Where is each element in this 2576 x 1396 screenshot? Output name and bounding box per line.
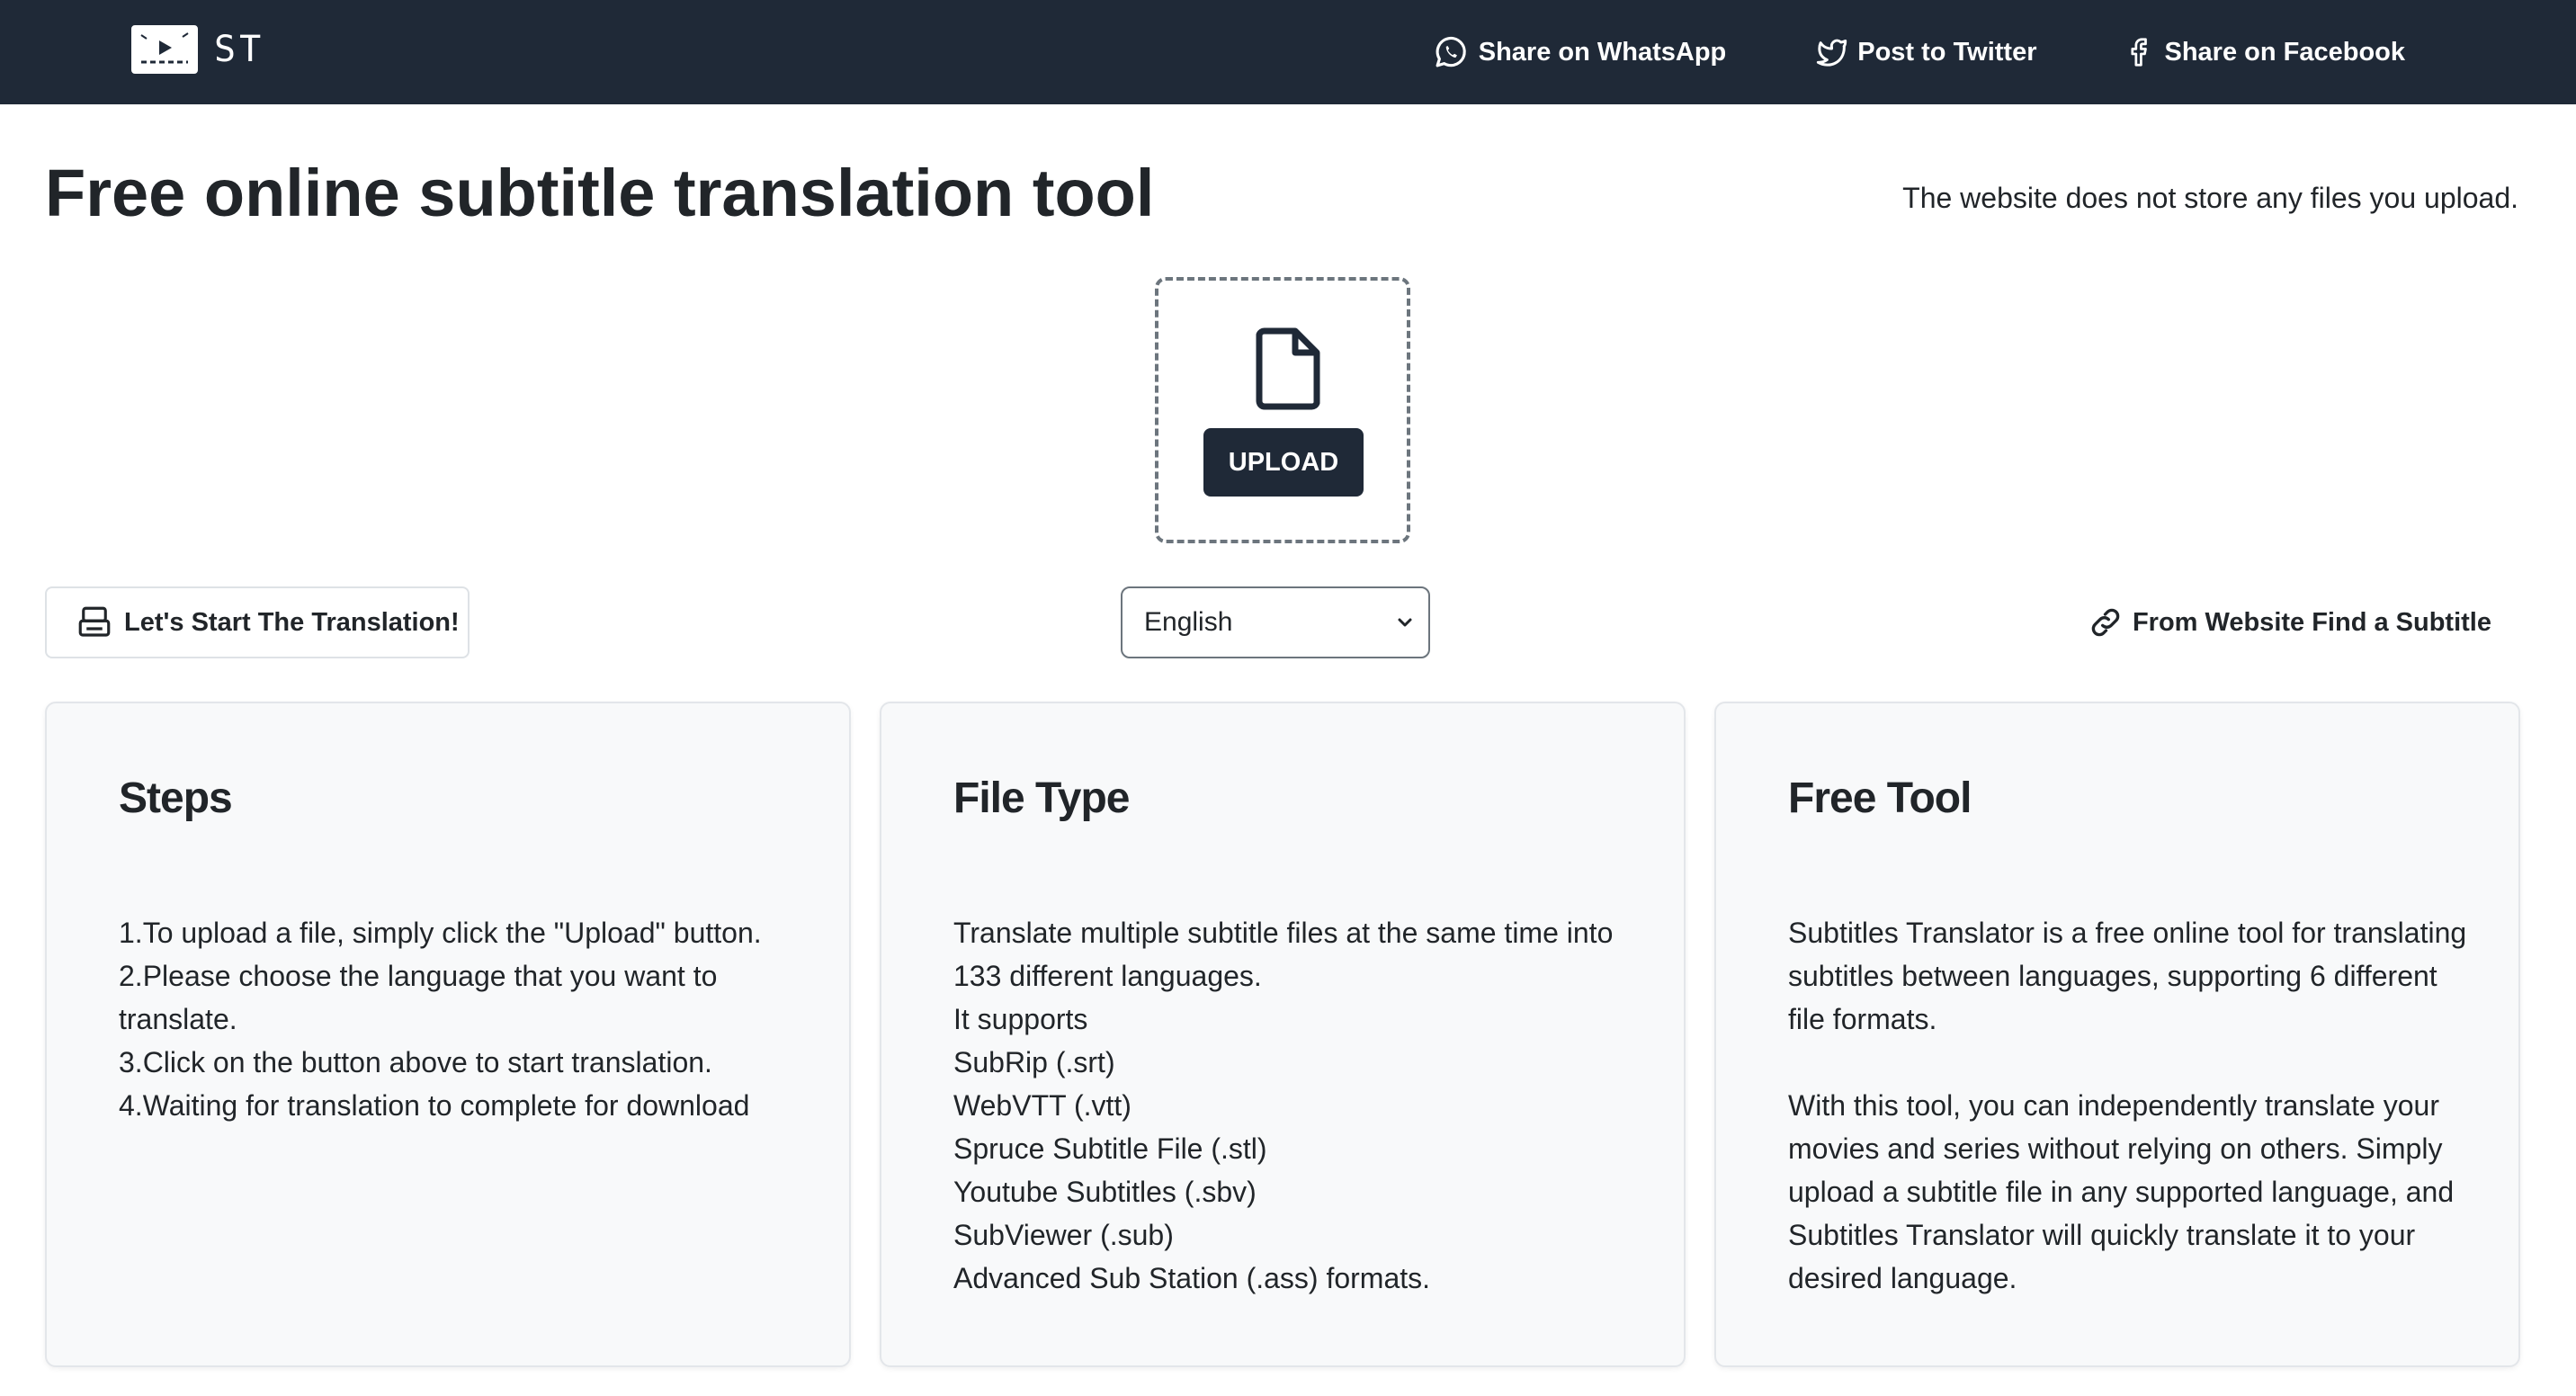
start-translation-button[interactable]: Let's Start The Translation! [45, 586, 470, 658]
site-logo[interactable]: ST [131, 25, 264, 74]
twitter-icon [1817, 39, 1847, 67]
whatsapp-icon [1436, 36, 1466, 67]
share-links: Share on WhatsApp Post to Twitter Share … [1432, 0, 2405, 104]
translate-machine-icon [78, 606, 111, 637]
find-subtitle-link[interactable]: From Website Find a Subtitle [2088, 586, 2491, 658]
file-type-card: File Type Translate multiple subtitle fi… [880, 702, 1686, 1367]
upload-button[interactable]: UPLOAD [1203, 428, 1364, 497]
post-twitter-label: Post to Twitter [1857, 37, 2037, 67]
share-facebook-link[interactable]: Share on Facebook [2123, 34, 2405, 70]
steps-card: Steps 1.To upload a file, simply click t… [45, 702, 851, 1367]
link-icon [2091, 608, 2120, 637]
start-translation-label: Let's Start The Translation! [124, 607, 460, 637]
language-select[interactable]: English [1121, 586, 1430, 658]
file-type-card-body: Translate multiple subtitle files at the… [953, 917, 1614, 1294]
free-tool-card-title: Free Tool [1788, 774, 1972, 822]
language-selected-value: English [1144, 607, 1233, 637]
free-tool-card: Free Tool Subtitles Translator is a free… [1714, 702, 2520, 1367]
page-title: Free online subtitle translation tool [45, 156, 1155, 230]
privacy-note: The website does not store any files you… [1902, 182, 2518, 214]
logo-text: ST [214, 29, 265, 70]
steps-card-body: 1.To upload a file, simply click the "Up… [119, 917, 762, 1122]
free-tool-card-body: Subtitles Translator is a free online to… [1788, 917, 2467, 1294]
logo-video-icon [131, 25, 198, 74]
file-icon [1256, 327, 1320, 410]
steps-card-title: Steps [119, 774, 233, 822]
share-whatsapp-label: Share on WhatsApp [1478, 37, 1727, 67]
file-type-card-title: File Type [953, 774, 1131, 822]
share-facebook-label: Share on Facebook [2164, 37, 2405, 67]
share-whatsapp-link[interactable]: Share on WhatsApp [1432, 33, 1727, 71]
top-navbar: ST Share on WhatsApp Post to Twitter Sha… [0, 0, 2576, 104]
post-twitter-link[interactable]: Post to Twitter [1812, 34, 2036, 70]
find-subtitle-label: From Website Find a Subtitle [2132, 607, 2491, 637]
chevron-down-icon [1398, 618, 1412, 627]
facebook-icon [2131, 38, 2148, 67]
upload-dropzone[interactable]: UPLOAD [1155, 277, 1410, 543]
